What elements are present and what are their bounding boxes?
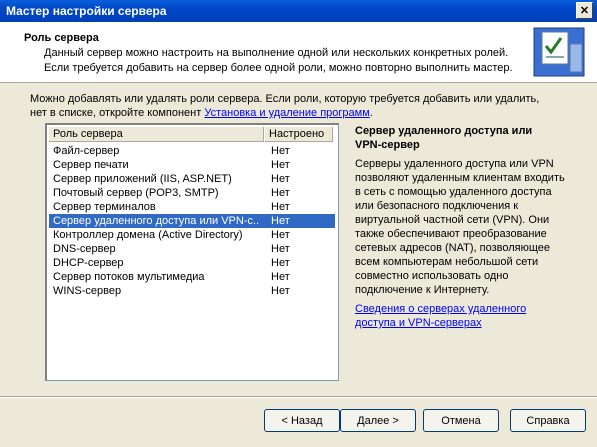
list-item[interactable]: Сервер приложений (IIS, ASP.NET) Нет bbox=[49, 172, 335, 186]
role-configured-status: Нет bbox=[271, 229, 290, 241]
divider bbox=[0, 397, 597, 398]
page-title: Роль сервера bbox=[24, 32, 99, 44]
column-header-configured[interactable]: Настроено bbox=[265, 127, 333, 142]
add-remove-programs-link[interactable]: Установка и удаление программ bbox=[204, 107, 369, 119]
page-description: Данный сервер можно настроить на выполне… bbox=[44, 46, 513, 76]
role-configured-status: Нет bbox=[271, 187, 290, 199]
role-name: WINS-сервер bbox=[53, 285, 122, 297]
window-title: Мастер настройки сервера bbox=[6, 4, 167, 18]
role-name: Сервер приложений (IIS, ASP.NET) bbox=[53, 173, 232, 185]
list-item[interactable]: Сервер печати Нет bbox=[49, 158, 335, 172]
role-details-description: Серверы удаленного доступа или VPN позвол… bbox=[355, 157, 575, 297]
role-name: DHCP-сервер bbox=[53, 257, 124, 269]
list-item[interactable]: Сервер потоков мультимедиа Нет bbox=[49, 270, 335, 284]
role-details-description-line: всем компьютерам небольшой сети bbox=[355, 256, 539, 268]
list-item[interactable]: Почтовый сервер (POP3, SMTP) Нет bbox=[49, 186, 335, 200]
back-button[interactable]: < Назад bbox=[264, 409, 340, 432]
role-name: DNS-сервер bbox=[53, 243, 116, 255]
role-name: Контроллер домена (Active Directory) bbox=[53, 229, 243, 241]
role-name: Файл-сервер bbox=[53, 145, 120, 157]
role-name: Почтовый сервер (POP3, SMTP) bbox=[53, 187, 219, 199]
page-description-line: Данный сервер можно настроить на выполне… bbox=[44, 47, 509, 59]
server-roles-list[interactable]: Роль сервера Настроено Файл-сервер Нет Сер… bbox=[45, 123, 339, 381]
vpn-info-link[interactable]: доступа и VPN-серверах bbox=[355, 316, 526, 330]
list-item[interactable]: Контроллер домена (Active Directory) Нет bbox=[49, 228, 335, 242]
role-details-description-line: совместно использовать одно bbox=[355, 270, 509, 282]
list-item[interactable]: Сервер удаленного доступа или VPN-с... Не… bbox=[49, 214, 335, 228]
role-configured-status: Нет bbox=[271, 257, 290, 269]
title-bar[interactable]: Мастер настройки сервера ✕ bbox=[0, 0, 597, 22]
intro-line: Можно добавлять или удалять роли сервера… bbox=[30, 93, 540, 105]
role-configured-status: Нет bbox=[271, 159, 290, 171]
server-setup-wizard-window: Мастер настройки сервера ✕ Роль сервера … bbox=[0, 0, 597, 447]
role-configured-status: Нет bbox=[271, 145, 290, 157]
list-item[interactable]: WINS-сервер Нет bbox=[49, 284, 335, 298]
role-details-description-line: подключение к Интернету. bbox=[355, 284, 490, 296]
role-details-description-line: позволяют удаленным клиентам входить bbox=[355, 172, 565, 184]
role-details-title-line: Сервер удаленного доступа или bbox=[355, 125, 533, 137]
role-name: Сервер удаленного доступа или VPN-с... bbox=[53, 215, 260, 227]
role-name: Сервер терминалов bbox=[53, 201, 156, 213]
role-details-title: Сервер удаленного доступа или VPN-сервер bbox=[355, 124, 532, 152]
role-configured-status: Нет bbox=[271, 173, 290, 185]
list-item[interactable]: Файл-сервер Нет bbox=[49, 144, 335, 158]
role-details-link: Сведения о серверах удаленного доступа и… bbox=[355, 302, 526, 330]
role-name: Сервер печати bbox=[53, 159, 129, 171]
intro-text-suffix: . bbox=[369, 107, 373, 119]
page-description-line: Если требуется добавить на сервер более … bbox=[44, 62, 513, 74]
role-details-description-line: в сеть с помощью удаленного доступа bbox=[355, 186, 552, 198]
close-button[interactable]: ✕ bbox=[576, 2, 593, 19]
role-configured-status: Нет bbox=[271, 285, 290, 297]
role-details-description-line: также обеспечивают преобразование bbox=[355, 228, 547, 240]
role-details-title-line: VPN-сервер bbox=[355, 139, 420, 151]
column-header-role[interactable]: Роль сервера bbox=[49, 127, 264, 142]
close-icon: ✕ bbox=[579, 5, 590, 17]
wizard-checklist-icon bbox=[533, 27, 585, 77]
role-configured-status: Нет bbox=[271, 243, 290, 255]
list-item[interactable]: Сервер терминалов Нет bbox=[49, 200, 335, 214]
intro-text-prefix: нет в списке, откройте компонент bbox=[30, 107, 205, 119]
role-details-description-line: или безопасного подключения к bbox=[355, 200, 519, 212]
next-button[interactable]: Далее > bbox=[340, 409, 416, 432]
list-item[interactable]: DHCP-сервер Нет bbox=[49, 256, 335, 270]
help-button[interactable]: Справка bbox=[510, 409, 586, 432]
role-details-description-line: сетевых адресов (NAT), позволяющее bbox=[355, 242, 551, 254]
role-configured-status: Нет bbox=[271, 201, 290, 213]
list-item[interactable]: DNS-сервер Нет bbox=[49, 242, 335, 256]
role-details-description-line: виртуальной частной сети (VPN). Они bbox=[355, 214, 550, 226]
intro-line: нет в списке, откройте компонент Установ… bbox=[30, 106, 570, 120]
cancel-button[interactable]: Отмена bbox=[423, 409, 499, 432]
role-configured-status: Нет bbox=[271, 215, 290, 227]
role-details-description-line: Серверы удаленного доступа или VPN bbox=[355, 158, 554, 170]
role-name: Сервер потоков мультимедиа bbox=[53, 271, 205, 283]
vpn-info-link[interactable]: Сведения о серверах удаленного bbox=[355, 302, 526, 316]
wizard-header: Роль сервера Данный сервер можно настрои… bbox=[0, 22, 597, 83]
role-configured-status: Нет bbox=[271, 271, 290, 283]
intro-text: Можно добавлять или удалять роли сервера… bbox=[30, 92, 570, 120]
